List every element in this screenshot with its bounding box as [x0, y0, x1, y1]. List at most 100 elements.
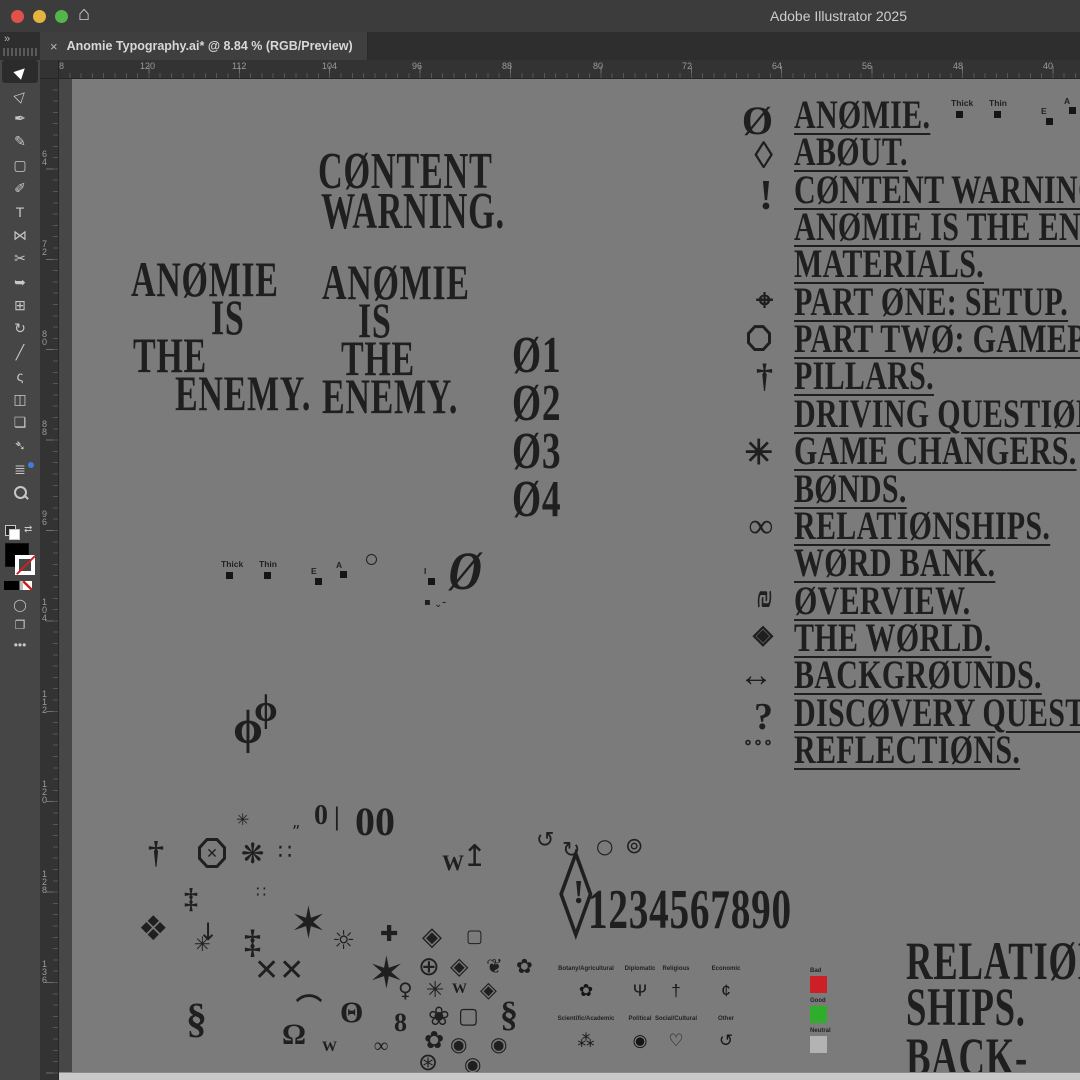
legend-rating-swatch[interactable]: [810, 1006, 827, 1023]
ornament-glyph[interactable]: 00: [355, 802, 395, 842]
legend-category-icon[interactable]: ↺: [719, 1032, 733, 1049]
specimen-top-marker[interactable]: [994, 111, 1001, 118]
specimen-top-marker[interactable]: [1046, 118, 1053, 125]
ornament-glyph[interactable]: ✳: [194, 934, 211, 954]
ornament-glyph[interactable]: ⊕: [418, 954, 440, 980]
ornament-glyph[interactable]: ↺: [536, 830, 554, 852]
phi-glyph[interactable]: ϕ: [254, 690, 278, 728]
content-warning-text[interactable]: WARNING.: [321, 182, 505, 241]
ornament-glyph[interactable]: ∷: [278, 842, 292, 864]
ornament-glyph[interactable]: ∞: [374, 1036, 388, 1056]
puppet-warp-tool[interactable]: ➴: [0, 434, 40, 457]
draw-mode-button[interactable]: ◯: [0, 595, 40, 615]
ornament-glyph[interactable]: ◉: [490, 1034, 507, 1054]
transform-tool[interactable]: ↻: [0, 317, 40, 340]
big-slashed-o[interactable]: Ø: [443, 540, 488, 602]
stroke-color-well[interactable]: [15, 555, 35, 575]
minimize-window-button[interactable]: [33, 10, 46, 23]
ornament-glyph[interactable]: ♀: [398, 980, 413, 1000]
ornament-glyph[interactable]: ✳: [236, 812, 249, 828]
ornament-glyph[interactable]: „: [292, 814, 300, 830]
ornament-glyph[interactable]: ○: [596, 836, 613, 856]
paintbrush-tool[interactable]: ✐: [0, 177, 40, 200]
ornament-glyph[interactable]: |: [334, 804, 340, 830]
ornament-glyph[interactable]: ✕✕: [254, 956, 304, 986]
horizontal-scrollbar[interactable]: [58, 1072, 1080, 1080]
color-gradient-none-buttons[interactable]: [4, 581, 32, 590]
ornament-glyph[interactable]: W: [442, 852, 464, 874]
ornament-glyph[interactable]: ✚: [380, 924, 398, 946]
ornament-glyph[interactable]: §: [186, 998, 207, 1040]
shaper-tool[interactable]: ➥: [0, 271, 40, 294]
ornament-glyph[interactable]: 8: [394, 1010, 407, 1036]
specimen-middle-marker[interactable]: [340, 571, 347, 578]
zoom-tool[interactable]: [0, 481, 40, 504]
ornament-glyph[interactable]: ↥: [462, 842, 487, 872]
legend-category-icon[interactable]: Ψ: [633, 982, 647, 999]
type-tool[interactable]: T: [0, 200, 40, 223]
direct-selection-tool[interactable]: ▷: [0, 83, 40, 106]
anomie-enemy-text-left[interactable]: ANØMIE: [131, 250, 279, 308]
more-tools-button[interactable]: •••: [0, 635, 40, 655]
ornament-glyph[interactable]: Θ: [340, 998, 363, 1028]
eyedropper-tool[interactable]: ╱: [0, 341, 40, 364]
close-window-button[interactable]: [11, 10, 24, 23]
maximize-window-button[interactable]: [55, 10, 68, 23]
ornament-glyph[interactable]: 0: [314, 802, 328, 830]
panel-expand-icon[interactable]: »: [4, 33, 10, 45]
legend-category-icon[interactable]: ¢: [721, 982, 730, 999]
ornament-glyph[interactable]: ▢: [466, 928, 483, 946]
vertical-ruler[interactable]: 6 47 28 08 89 61 0 41 1 21 2 01 2 81 3 6: [40, 78, 59, 1080]
default-fill-stroke-icon[interactable]: [5, 525, 16, 536]
ornament-glyph[interactable]: ✶: [290, 902, 327, 946]
specimen-middle-marker[interactable]: [226, 572, 233, 579]
ornament-glyph[interactable]: ◈: [480, 980, 497, 1002]
horizontal-ruler[interactable]: 281201121049688807264564840: [58, 60, 1080, 79]
legend-rating-swatch[interactable]: [810, 976, 827, 993]
ornament-glyph[interactable]: ❖: [138, 912, 168, 946]
rectangle-tool[interactable]: ▢: [0, 154, 40, 177]
specimen-top-marker[interactable]: [1069, 107, 1076, 114]
perspective-grid-tool[interactable]: ≣: [0, 458, 40, 481]
menu-item[interactable]: ∘∘∘REFLECTIØNS.: [675, 732, 1080, 769]
legend-rating-swatch[interactable]: [810, 1036, 827, 1053]
specimen-middle-marker[interactable]: [315, 578, 322, 585]
legend-category-icon[interactable]: ♡: [668, 1032, 683, 1049]
ornament-glyph[interactable]: Ω: [282, 1020, 306, 1050]
legend-category-icon[interactable]: ✿: [579, 982, 593, 999]
ornament-glyph[interactable]: ◉: [450, 1034, 467, 1054]
swap-fill-stroke-icon[interactable]: ⇄: [24, 524, 32, 535]
ornament-glyph[interactable]: ⊛: [418, 1050, 438, 1074]
octagon-ornament-glyph[interactable]: ✕: [198, 838, 226, 868]
width-tool[interactable]: ⋈: [0, 224, 40, 247]
ornament-glyph[interactable]: ∷: [256, 884, 266, 900]
home-icon[interactable]: ⌂: [78, 3, 90, 26]
artboard-tool[interactable]: ❏: [0, 411, 40, 434]
shape-builder-tool[interactable]: ◫: [0, 387, 40, 410]
ornament-glyph[interactable]: §: [500, 996, 518, 1032]
ornament-glyph[interactable]: W: [322, 1040, 337, 1055]
legend-category-icon[interactable]: †: [671, 982, 680, 999]
ornament-glyph[interactable]: ◈: [450, 954, 468, 978]
ornament-glyph[interactable]: ‡: [184, 886, 198, 914]
specimen-middle-marker[interactable]: [264, 572, 271, 579]
ornament-glyph[interactable]: ❦: [486, 956, 503, 976]
selection-tool[interactable]: ▶: [2, 60, 38, 83]
blob-brush-tool[interactable]: ς: [0, 364, 40, 387]
anomie-enemy-text-left[interactable]: ENEMY.: [175, 364, 311, 422]
pen-tool[interactable]: ✒: [0, 107, 40, 130]
ornament-glyph[interactable]: ❋: [241, 840, 264, 868]
anomie-enemy-text-right[interactable]: ENEMY.: [322, 367, 458, 425]
ornament-glyph[interactable]: ☼: [332, 928, 355, 954]
close-tab-icon[interactable]: ×: [50, 39, 58, 54]
curvature-tool[interactable]: ✎: [0, 130, 40, 153]
anomie-enemy-text-right[interactable]: ANØMIE: [322, 253, 470, 311]
document-canvas[interactable]: CØNTENTWARNING.ANØMIEISTHEENEMY.ANØMIEIS…: [58, 78, 1080, 1080]
ornament-glyph[interactable]: -: [442, 596, 446, 608]
specimen-middle-marker[interactable]: [366, 554, 377, 565]
ornament-glyph[interactable]: ✿: [516, 956, 533, 976]
ornament-glyph[interactable]: ✳: [426, 980, 444, 1002]
ruler-corner[interactable]: [40, 60, 59, 79]
legend-category-icon[interactable]: ⁂: [578, 1032, 595, 1049]
scissors-tool[interactable]: ✂: [0, 247, 40, 270]
